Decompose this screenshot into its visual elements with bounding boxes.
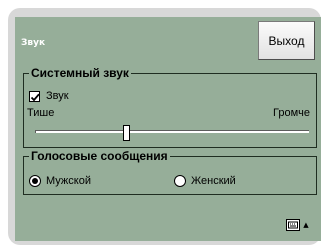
radio-male-label: Мужской [46,175,91,187]
chevron-up-icon[interactable]: ▲ [301,219,311,231]
sound-checkbox[interactable] [29,91,40,102]
radio-female-label: Женский [191,175,236,187]
sound-checkbox-label: Звук [46,90,69,102]
keyboard-button[interactable] [286,219,300,231]
volume-slider-thumb[interactable] [123,125,130,141]
volume-max-label: Громче [273,107,310,119]
window-title: Звук [21,38,46,48]
system-sound-legend: Системный звук [29,66,131,80]
volume-slider-track[interactable] [35,130,309,133]
radio-male[interactable] [29,175,41,187]
radio-male-dot [32,178,38,184]
keyboard-icon [288,221,298,229]
exit-button[interactable]: Выход [258,21,315,60]
voice-messages-legend: Голосовые сообщения [29,149,170,163]
checkmark-icon [30,93,40,102]
radio-female[interactable] [174,175,186,187]
volume-min-label: Тише [27,107,55,119]
